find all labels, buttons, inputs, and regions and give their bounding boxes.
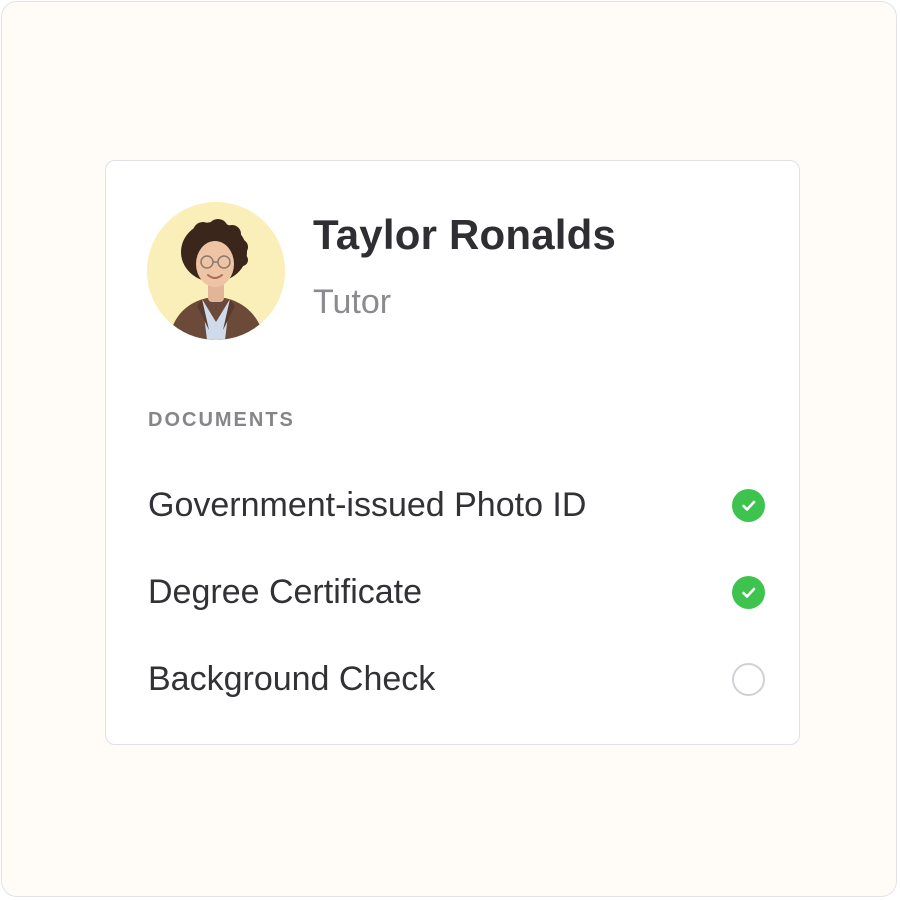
profile-card: Taylor Ronalds Tutor DOCUMENTS Governmen… — [105, 160, 800, 745]
document-item-background-check: Background Check — [148, 655, 765, 705]
profile-role: Tutor — [313, 283, 392, 321]
document-label: Degree Certificate — [148, 573, 423, 611]
avatar — [147, 202, 285, 340]
page-frame: Taylor Ronalds Tutor DOCUMENTS Governmen… — [1, 1, 897, 897]
check-circle-icon — [732, 576, 765, 609]
document-label: Background Check — [148, 660, 436, 698]
document-label: Government-issued Photo ID — [148, 486, 587, 524]
document-item-photo-id: Government-issued Photo ID — [148, 481, 765, 531]
profile-name: Taylor Ronalds — [313, 211, 617, 258]
documents-section-label: DOCUMENTS — [148, 409, 295, 431]
person-photo-icon — [147, 202, 285, 340]
check-circle-icon — [732, 489, 765, 522]
empty-circle-icon — [732, 663, 765, 696]
document-item-degree-certificate: Degree Certificate — [148, 568, 765, 618]
